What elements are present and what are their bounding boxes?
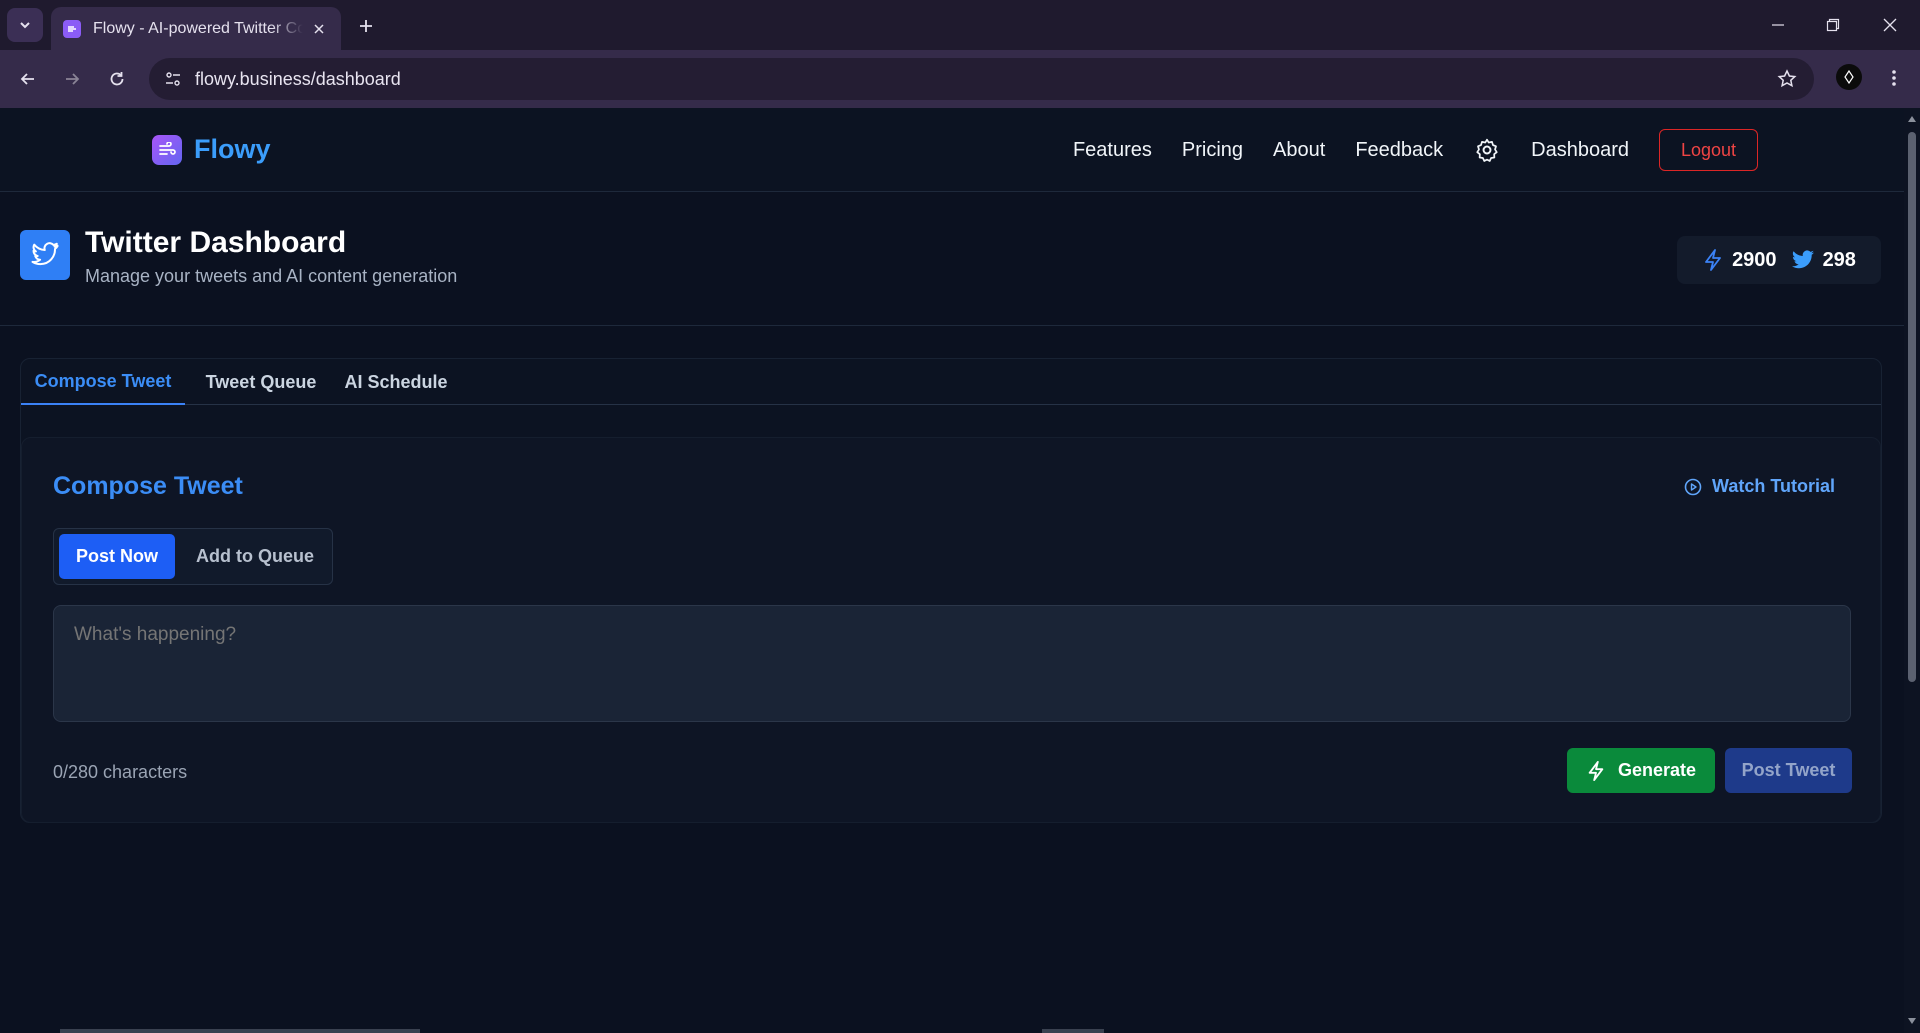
compose-panel: Compose Tweet Watch Tutorial Post Now Ad…: [21, 437, 1881, 823]
character-count: 0/280 characters: [53, 762, 188, 782]
page-title: Twitter Dashboard: [85, 226, 347, 259]
tab-title: Flowy - AI-powered Twitter Content: [93, 19, 303, 37]
restore-icon: [1826, 18, 1840, 32]
scroll-down-icon[interactable]: [1907, 1016, 1917, 1026]
arrow-left-icon: [20, 73, 34, 85]
watch-tutorial-label: Watch Tutorial: [1712, 476, 1835, 496]
twitter-bird-icon: [1791, 250, 1814, 269]
lightning-icon: [1705, 249, 1721, 271]
close-window-button[interactable]: [1867, 6, 1913, 44]
generate-label: Generate: [1617, 760, 1697, 780]
reload-icon: [110, 72, 124, 86]
compose-title: Compose Tweet: [53, 472, 243, 500]
minimize-button[interactable]: [1755, 6, 1801, 44]
restore-button[interactable]: [1810, 6, 1856, 44]
twitter-bird-icon: [20, 230, 70, 280]
scroll-segment: [60, 1029, 420, 1033]
more-vertical-icon: [1892, 70, 1896, 86]
tab-ai-schedule[interactable]: AI Schedule: [336, 359, 456, 405]
dashboard-tabs-card: Compose Tweet Tweet Queue AI Schedule Co…: [20, 358, 1882, 823]
page-viewport: Flowy Features Pricing About Feedback Da…: [0, 108, 1904, 1033]
back-button[interactable]: [12, 63, 44, 95]
vertical-scrollbar[interactable]: [1904, 108, 1920, 1033]
tab-tweet-queue[interactable]: Tweet Queue: [191, 359, 331, 405]
tweets-stat: 298: [1791, 249, 1856, 272]
watch-tutorial-link[interactable]: Watch Tutorial: [1684, 476, 1835, 497]
reload-button[interactable]: [101, 63, 133, 95]
browser-menu-button[interactable]: [1880, 62, 1908, 94]
tab-close-icon[interactable]: [309, 19, 329, 39]
browser-tab[interactable]: Flowy - AI-powered Twitter Content: [51, 7, 341, 50]
tab-compose-tweet[interactable]: Compose Tweet: [21, 359, 185, 405]
post-mode-toggle: Post Now Add to Queue: [53, 528, 333, 585]
nav-features[interactable]: Features: [1073, 139, 1152, 162]
nav-pricing[interactable]: Pricing: [1182, 139, 1243, 162]
browser-toolbar: flowy.business/dashboard: [0, 50, 1920, 108]
profile-avatar[interactable]: [1836, 64, 1862, 90]
page-subtitle: Manage your tweets and AI content genera…: [85, 266, 458, 286]
play-circle-icon: [1684, 478, 1702, 495]
generate-button[interactable]: Generate: [1567, 748, 1715, 793]
nav-dashboard[interactable]: Dashboard: [1531, 139, 1629, 162]
close-icon: [1883, 18, 1897, 32]
lightning-icon: [1588, 760, 1604, 781]
tweets-value: 298: [1822, 248, 1856, 271]
flowy-favicon-icon: [63, 19, 81, 38]
usage-stats: 2900 298: [1677, 236, 1881, 284]
tab-search-button[interactable]: [7, 8, 43, 42]
dashboard-header: Twitter Dashboard Manage your tweets and…: [0, 192, 1904, 326]
browser-tabstrip: Flowy - AI-powered Twitter Content: [0, 0, 1920, 50]
chevron-down-icon: [20, 22, 30, 29]
scroll-segment: [1042, 1029, 1104, 1033]
url-text[interactable]: flowy.business/dashboard: [195, 69, 401, 90]
scrollbar-thumb[interactable]: [1908, 132, 1916, 682]
credits-stat: 2900: [1702, 248, 1777, 272]
settings-gear-icon[interactable]: [1473, 136, 1501, 164]
post-now-button[interactable]: Post Now: [59, 534, 175, 579]
brand-name: Flowy: [194, 134, 271, 164]
main-nav: Features Pricing About Feedback Dashboar…: [1073, 129, 1758, 171]
brand-logo[interactable]: Flowy: [152, 134, 271, 165]
add-to-queue-button[interactable]: Add to Queue: [182, 534, 328, 579]
horizontal-scroll-indicator: [0, 1029, 1904, 1033]
bookmark-star-icon[interactable]: [1772, 64, 1802, 94]
post-tweet-button[interactable]: Post Tweet: [1725, 748, 1852, 793]
site-header: Flowy Features Pricing About Feedback Da…: [0, 108, 1904, 192]
nav-feedback[interactable]: Feedback: [1355, 139, 1443, 162]
arrow-right-icon: [66, 73, 80, 85]
address-bar[interactable]: flowy.business/dashboard: [149, 58, 1814, 100]
nav-about[interactable]: About: [1273, 139, 1325, 162]
scroll-up-icon[interactable]: [1907, 114, 1917, 124]
site-info-icon[interactable]: [157, 63, 189, 95]
credits-value: 2900: [1732, 248, 1777, 271]
tab-bar: Compose Tweet Tweet Queue AI Schedule: [21, 359, 1881, 405]
logout-button[interactable]: Logout: [1659, 129, 1758, 171]
plus-icon: [360, 20, 372, 32]
profile-icon: [1844, 70, 1854, 84]
tweet-input[interactable]: [53, 605, 1851, 722]
forward-button[interactable]: [56, 63, 88, 95]
flowy-logo-icon: [152, 134, 182, 165]
minimize-icon: [1772, 24, 1784, 26]
new-tab-button[interactable]: [352, 12, 380, 40]
